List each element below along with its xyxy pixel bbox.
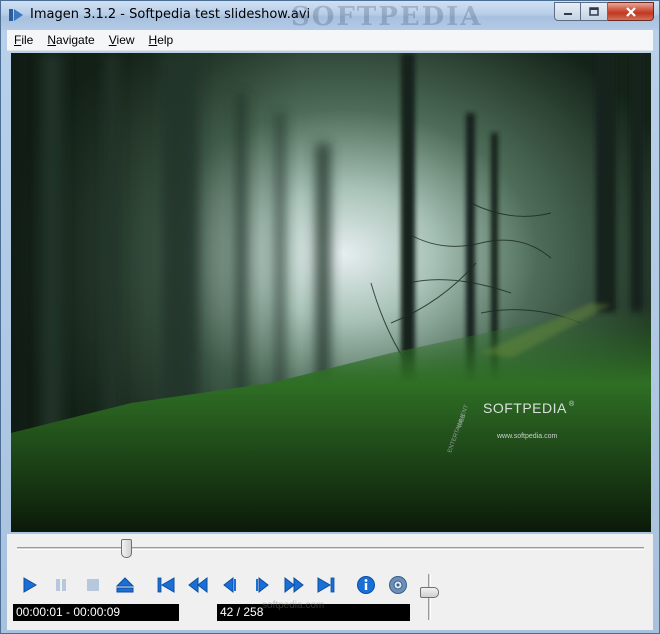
step-forward-icon bbox=[256, 576, 269, 594]
next-frame-button[interactable] bbox=[250, 573, 274, 597]
eject-button[interactable] bbox=[113, 573, 137, 597]
close-button[interactable] bbox=[608, 2, 654, 21]
minimize-button[interactable] bbox=[554, 2, 581, 21]
window-controls bbox=[554, 2, 654, 21]
maximize-icon bbox=[589, 7, 599, 16]
title-watermark: SOFTPEDIA bbox=[291, 2, 483, 32]
skip-to-end-icon bbox=[317, 577, 335, 593]
play-button[interactable] bbox=[17, 573, 41, 597]
stop-button[interactable] bbox=[81, 573, 105, 597]
pause-button[interactable] bbox=[49, 573, 73, 597]
window-title: Imagen 3.1.2 - Softpedia test slideshow.… bbox=[30, 7, 311, 22]
seek-thumb[interactable] bbox=[121, 539, 133, 558]
forest-image: SOFTPEDIA ® www.softpedia.com WEB ENTERT… bbox=[11, 53, 651, 532]
brand-logo-text: SOFTPEDIA bbox=[483, 400, 567, 416]
menu-help[interactable]: Help bbox=[142, 33, 181, 47]
stop-icon bbox=[87, 579, 99, 591]
close-icon bbox=[625, 6, 636, 17]
settings-icon bbox=[389, 576, 407, 594]
menu-bar: File Navigate View Help bbox=[7, 30, 653, 51]
ghost-watermark: softpedia.com bbox=[262, 600, 325, 611]
first-frame-button[interactable] bbox=[154, 573, 178, 597]
eject-icon bbox=[115, 577, 135, 593]
minimize-icon bbox=[563, 12, 572, 15]
skip-to-start-icon bbox=[157, 577, 175, 593]
fast-forward-button[interactable] bbox=[282, 573, 306, 597]
app-window: Imagen 3.1.2 - Softpedia test slideshow.… bbox=[0, 0, 660, 634]
settings-button[interactable] bbox=[386, 573, 410, 597]
playback-controls: 00:00:01 - 00:00:09 42 / 258 softpedia.c… bbox=[7, 534, 653, 630]
step-back-icon bbox=[223, 576, 236, 594]
menu-view[interactable]: View bbox=[102, 33, 142, 47]
time-display: 00:00:01 - 00:00:09 bbox=[13, 604, 179, 621]
play-icon bbox=[23, 577, 37, 593]
brand-url: www.softpedia.com bbox=[496, 433, 557, 440]
image-viewer[interactable]: SOFTPEDIA ® www.softpedia.com WEB ENTERT… bbox=[11, 53, 651, 532]
menu-navigate[interactable]: Navigate bbox=[40, 33, 101, 47]
pause-icon bbox=[56, 579, 66, 591]
brand-logo-mark: ® bbox=[569, 400, 575, 408]
fast-forward-icon bbox=[284, 576, 304, 594]
last-frame-button[interactable] bbox=[314, 573, 338, 597]
previous-frame-button[interactable] bbox=[218, 573, 242, 597]
seek-track[interactable] bbox=[17, 547, 644, 550]
title-bar[interactable]: Imagen 3.1.2 - Softpedia test slideshow.… bbox=[1, 1, 659, 32]
rewind-button[interactable] bbox=[186, 573, 210, 597]
app-icon bbox=[9, 9, 23, 21]
rewind-icon bbox=[188, 576, 208, 594]
menu-file[interactable]: File bbox=[7, 33, 40, 47]
info-icon bbox=[357, 576, 375, 594]
info-button[interactable] bbox=[354, 573, 378, 597]
maximize-button[interactable] bbox=[581, 2, 608, 21]
volume-thumb[interactable] bbox=[420, 586, 439, 598]
